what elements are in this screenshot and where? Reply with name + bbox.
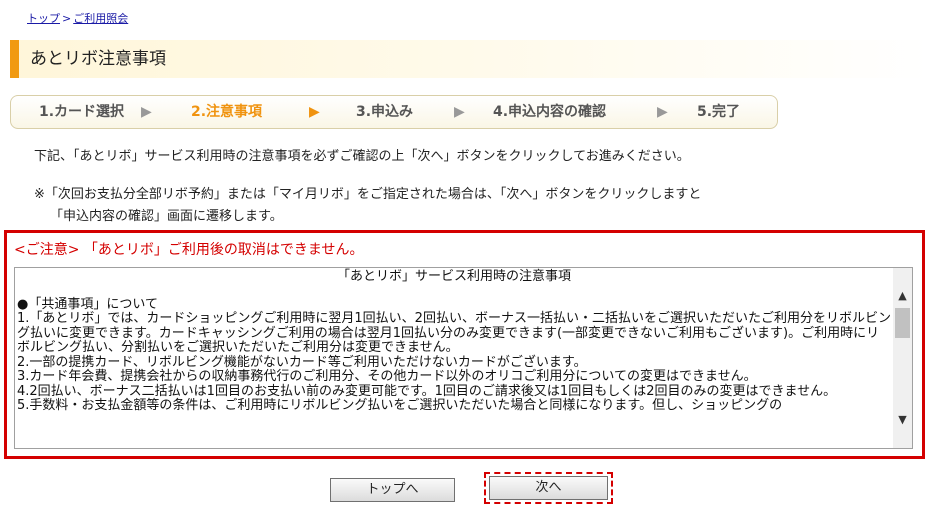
scroll-down-icon[interactable]: ▼ <box>893 411 912 429</box>
terms-item: 5.手数料・お支払金額等の条件は、ご利用時にリボルビング払いをご選択いただいた場… <box>17 398 783 413</box>
scroll-thumb[interactable] <box>895 308 910 338</box>
page: トップ > ご利用照会 あとリボ注意事項 1.カード選択 ▶ 2.注意事項 ▶ 3.… <box>0 0 929 516</box>
note-text-line2: 「申込内容の確認」画面に遷移します。 <box>50 209 283 224</box>
terms-item: 4.2回払い、ボーナス二括払いは1回目のお支払い前のみ変更可能です。1回目のご請… <box>17 383 837 399</box>
page-title: あとリボ注意事項 <box>30 49 166 69</box>
step-4: 4.申込内容の確認 <box>493 104 607 120</box>
breadcrumb-separator: > <box>62 12 72 25</box>
top-button[interactable]: トップへ <box>330 478 455 502</box>
terms-item: 2.一部の提携カード、リボルビング機能がないカード等ご利用いただけないカードがご… <box>17 354 587 370</box>
page-title-bar: あとリボ注意事項 <box>10 40 929 78</box>
terms-title: 「あとリボ」サービス利用時の注意事項 <box>336 269 571 284</box>
breadcrumb-current-link[interactable]: ご利用照会 <box>73 12 128 25</box>
step-arrow-icon: ▶ <box>454 104 465 120</box>
breadcrumb-top-link[interactable]: トップ <box>27 12 60 25</box>
warning-box: <ご注意> 「あとリボ」ご利用後の取消はできません。 「あとリボ」サービス利用時… <box>4 230 925 459</box>
next-button[interactable]: 次へ <box>489 476 608 500</box>
step-arrow-icon: ▶ <box>657 104 668 120</box>
terms-section-heading: ●「共通事項」について <box>17 296 158 312</box>
terms-item: 3.カード年会費、提携会社からの収納事務代行のご利用分、その他カード以外のオリコ… <box>17 369 757 384</box>
terms-item: 1.「あとリボ」では、カードショッピングご利用時に翌月1回払い、2回払い、ボーナ… <box>17 311 891 355</box>
step-arrow-icon: ▶ <box>141 104 152 120</box>
next-button-highlight: 次へ <box>484 472 613 504</box>
terms-scrollbar[interactable]: ▲ ▼ <box>893 268 912 448</box>
terms-content: 「あとリボ」サービス利用時の注意事項 ●「共通事項」について 1.「あとリボ」で… <box>15 268 893 448</box>
warning-text: <ご注意> 「あとリボ」ご利用後の取消はできません。 <box>14 242 364 258</box>
step-2-current: 2.注意事項 <box>191 104 263 120</box>
terms-textarea[interactable]: 「あとリボ」サービス利用時の注意事項 ●「共通事項」について 1.「あとリボ」で… <box>14 267 913 449</box>
note-text-line1: ※「次回お支払分全部リボ予約」または「マイ月リボ」をご指定された場合は、「次へ」… <box>34 187 702 202</box>
step-3: 3.申込み <box>356 104 414 120</box>
step-indicator: 1.カード選択 ▶ 2.注意事項 ▶ 3.申込み ▶ 4.申込内容の確認 ▶ 5… <box>10 95 778 129</box>
breadcrumb: トップ > ご利用照会 <box>27 10 128 26</box>
step-1: 1.カード選択 <box>39 104 125 120</box>
step-5: 5.完了 <box>697 104 741 120</box>
scroll-up-icon[interactable]: ▲ <box>893 287 912 305</box>
title-accent <box>10 40 19 78</box>
step-arrow-icon: ▶ <box>309 104 320 120</box>
intro-text: 下記、「あとリボ」サービス利用時の注意事項を必ずご確認の上「次へ」ボタンをクリッ… <box>34 149 690 164</box>
